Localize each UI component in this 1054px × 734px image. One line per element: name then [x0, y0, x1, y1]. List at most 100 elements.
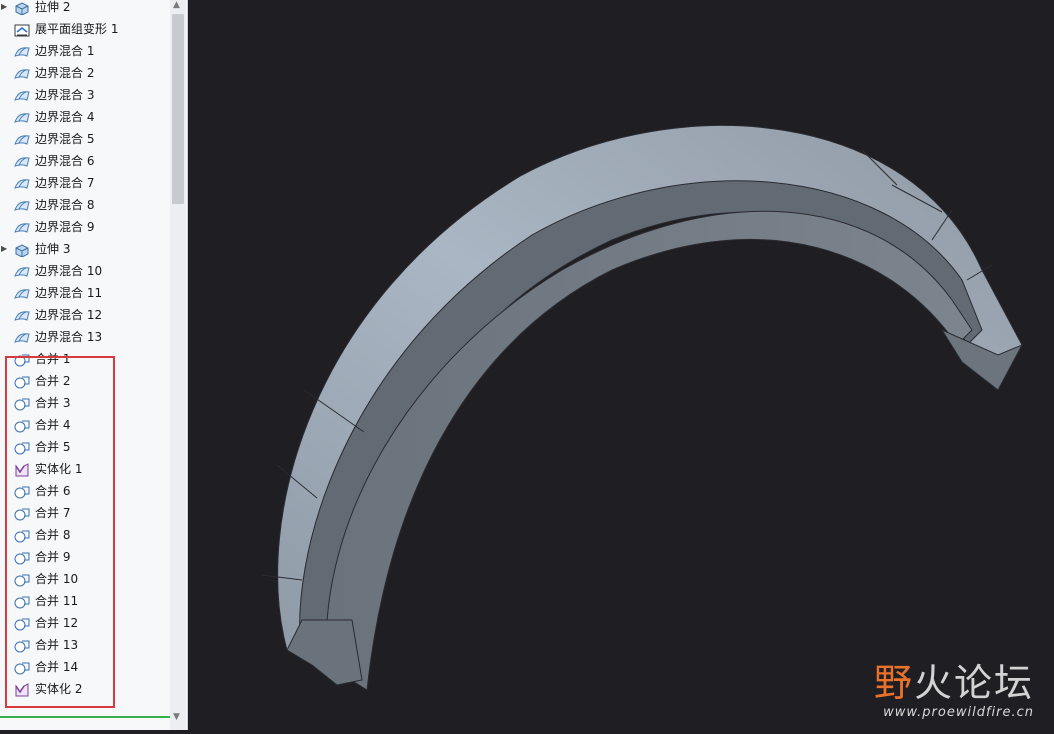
tree-item[interactable]: 边界混合 4 — [0, 106, 170, 128]
tree-item-label: 边界混合 7 — [35, 176, 95, 190]
extrude-icon — [14, 0, 30, 16]
scroll-thumb[interactable] — [172, 14, 184, 204]
tree-item-label: 合并 2 — [35, 374, 71, 388]
tree-item[interactable]: 合并 11 — [0, 590, 170, 612]
tree-item[interactable]: 合并 8 — [0, 524, 170, 546]
tree-item-label: 合并 4 — [35, 418, 71, 432]
tree-item-label: 边界混合 11 — [35, 286, 103, 300]
tree-item-label: 边界混合 6 — [35, 154, 95, 168]
tree-item-label: 实体化 2 — [35, 682, 83, 696]
tree-item[interactable]: ▶ 拉伸 3 — [0, 238, 170, 260]
tree-item[interactable]: 边界混合 13 — [0, 326, 170, 348]
watermark-url: www.proewildfire.cn — [883, 705, 1034, 720]
extrude-icon — [14, 242, 30, 258]
tree-item-label: 合并 14 — [35, 660, 79, 674]
tree-item[interactable]: 合并 10 — [0, 568, 170, 590]
merge-icon — [14, 374, 30, 389]
tree-item[interactable]: 合并 12 — [0, 612, 170, 634]
merge-icon — [14, 396, 30, 411]
tree-item[interactable]: 边界混合 11 — [0, 282, 170, 304]
watermark: 野火论坛 www.proewildfire.cn — [874, 661, 1034, 720]
tree-item-label: 合并 8 — [35, 528, 71, 542]
merge-icon — [14, 528, 30, 543]
merge-icon — [14, 594, 30, 609]
tree-item-label: 边界混合 10 — [35, 264, 103, 278]
boundary-blend-icon — [14, 44, 30, 58]
merge-icon — [14, 572, 30, 587]
tree-item-label: 边界混合 12 — [35, 308, 103, 322]
model-tree: ▶ 拉伸 2 展平面组变形 1 边界混合 1 边界混合 2 边界混合 3 边界混合 4 边界混… — [0, 0, 170, 700]
boundary-blend-icon — [14, 110, 30, 124]
merge-icon — [14, 506, 30, 521]
tree-item[interactable]: ▶ 拉伸 2 — [0, 0, 170, 18]
boundary-blend-icon — [14, 154, 30, 168]
boundary-blend-icon — [14, 308, 30, 322]
boundary-blend-icon — [14, 88, 30, 102]
solidify-icon — [14, 462, 30, 477]
flatten-quilt-icon — [14, 22, 30, 37]
tree-item[interactable]: 边界混合 9 — [0, 216, 170, 238]
tree-item[interactable]: 边界混合 10 — [0, 260, 170, 282]
tree-item-label: 拉伸 2 — [35, 0, 71, 14]
tree-item-label: 合并 3 — [35, 396, 71, 410]
boundary-blend-icon — [14, 220, 30, 234]
tree-item[interactable]: 边界混合 12 — [0, 304, 170, 326]
tree-item[interactable]: 合并 5 — [0, 436, 170, 458]
tree-item-label: 边界混合 9 — [35, 220, 95, 234]
merge-icon — [14, 638, 30, 653]
tree-item[interactable]: 实体化 2 — [0, 678, 170, 700]
model-tree-panel: ▶ 拉伸 2 展平面组变形 1 边界混合 1 边界混合 2 边界混合 3 边界混合 4 边界混… — [0, 0, 188, 730]
tree-item-label: 实体化 1 — [35, 462, 83, 476]
tree-item[interactable]: 合并 13 — [0, 634, 170, 656]
tree-item[interactable]: 合并 4 — [0, 414, 170, 436]
merge-icon — [14, 484, 30, 499]
tree-item-label: 合并 5 — [35, 440, 71, 454]
model-view — [261, 125, 1024, 691]
tree-item-label: 边界混合 2 — [35, 66, 95, 80]
tree-item[interactable]: 边界混合 3 — [0, 84, 170, 106]
tree-item[interactable]: 边界混合 7 — [0, 172, 170, 194]
tree-item[interactable]: 合并 2 — [0, 370, 170, 392]
tree-item[interactable]: 合并 9 — [0, 546, 170, 568]
tree-item[interactable]: 展平面组变形 1 — [0, 18, 170, 40]
tree-item[interactable]: 合并 7 — [0, 502, 170, 524]
tree-item[interactable]: 边界混合 1 — [0, 40, 170, 62]
tree-item-label: 合并 12 — [35, 616, 79, 630]
tree-item-label: 边界混合 13 — [35, 330, 103, 344]
tree-item-label: 边界混合 5 — [35, 132, 95, 146]
expand-arrow-icon[interactable]: ▶ — [1, 0, 7, 18]
merge-icon — [14, 616, 30, 631]
tree-item[interactable]: 边界混合 2 — [0, 62, 170, 84]
boundary-blend-icon — [14, 132, 30, 146]
tree-item-label: 合并 6 — [35, 484, 71, 498]
tree-item-label: 展平面组变形 1 — [35, 22, 119, 36]
merge-icon — [14, 418, 30, 433]
graphics-viewport[interactable]: 野火论坛 www.proewildfire.cn — [192, 0, 1054, 730]
tree-item-label: 合并 11 — [35, 594, 79, 608]
tree-item-label: 合并 13 — [35, 638, 79, 652]
solidify-icon — [14, 682, 30, 697]
tree-item-label: 边界混合 8 — [35, 198, 95, 212]
tree-item-label: 合并 7 — [35, 506, 71, 520]
insert-indicator-line — [0, 716, 170, 718]
tree-item[interactable]: 合并 14 — [0, 656, 170, 678]
boundary-blend-icon — [14, 176, 30, 190]
tree-item-label: 边界混合 4 — [35, 110, 95, 124]
scroll-up-icon[interactable]: ▲ — [173, 0, 180, 10]
boundary-blend-icon — [14, 286, 30, 300]
tree-item-label: 边界混合 1 — [35, 44, 95, 58]
tree-scrollbar[interactable]: ▲ ▼ — [170, 0, 186, 730]
tree-item[interactable]: 合并 3 — [0, 392, 170, 414]
tree-item-label: 合并 9 — [35, 550, 71, 564]
tree-item[interactable]: 边界混合 8 — [0, 194, 170, 216]
tree-item[interactable]: 实体化 1 — [0, 458, 170, 480]
merge-icon — [14, 352, 30, 367]
tree-item-label: 合并 10 — [35, 572, 79, 586]
expand-arrow-icon[interactable]: ▶ — [1, 238, 7, 260]
tree-item[interactable]: 边界混合 5 — [0, 128, 170, 150]
boundary-blend-icon — [14, 198, 30, 212]
scroll-down-icon[interactable]: ▼ — [173, 712, 180, 722]
tree-item[interactable]: 合并 6 — [0, 480, 170, 502]
tree-item[interactable]: 边界混合 6 — [0, 150, 170, 172]
tree-item[interactable]: 合并 1 — [0, 348, 170, 370]
